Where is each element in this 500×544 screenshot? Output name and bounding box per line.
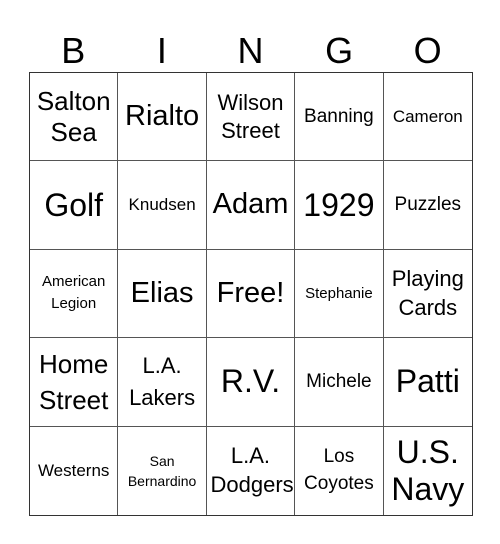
cell-text: Home Street <box>39 348 109 415</box>
bingo-cell-r2-c3[interactable]: Adam <box>206 161 296 250</box>
bingo-cell-r4-c1[interactable]: Home Street <box>30 338 119 427</box>
bingo-cell-r5-c1[interactable]: Westerns <box>30 426 119 515</box>
cell-text: Knudsen <box>128 195 196 215</box>
bingo-cell-r3-c1[interactable]: American Legion <box>30 249 119 339</box>
header-letter-n: N <box>237 30 264 71</box>
cell-text: Cameron <box>392 106 463 126</box>
bingo-cell-r3-c3[interactable]: Free! <box>206 249 296 339</box>
bingo-cell-r4-c3[interactable]: R.V. <box>206 338 296 427</box>
cell-text: Rialto <box>125 99 200 132</box>
header-letter-o: O <box>413 30 442 71</box>
cell-text: Banning <box>304 105 374 127</box>
bingo-cell-r1-c2[interactable]: Rialto <box>118 73 207 162</box>
header-letter-b: B <box>61 30 86 71</box>
cell-text: L.A. Lakers <box>129 353 196 410</box>
cell-text: Stephanie <box>305 284 373 302</box>
bingo-cell-r2-c2[interactable]: Knudsen <box>118 161 207 250</box>
cell-text: Westerns <box>37 461 110 481</box>
cell-text: Wilson Street <box>217 90 284 143</box>
bingo-header: B I N G O <box>29 30 472 72</box>
cell-text: Golf <box>44 186 104 223</box>
header-letter-g: G <box>325 30 354 71</box>
bingo-cell-r5-c4[interactable]: Los Coyotes <box>295 426 384 515</box>
bingo-cell-r1-c3[interactable]: Wilson Street <box>206 73 296 162</box>
bingo-cell-r3-c2[interactable]: Elias <box>118 249 207 339</box>
cell-text: Playing Cards <box>391 265 464 321</box>
bingo-cell-r5-c3[interactable]: L.A. Dodgers <box>207 426 296 515</box>
bingo-cell-r4-c4[interactable]: Michele <box>295 338 384 427</box>
bingo-grid: Salton Sea Rialto Wilson Street Banning … <box>29 72 473 516</box>
cell-text: Elias <box>130 276 194 309</box>
cell-text: Patti <box>395 363 460 400</box>
bingo-cell-r1-c1[interactable]: Salton Sea <box>30 73 119 162</box>
bingo-cell-r2-c5[interactable]: Puzzles <box>383 161 472 250</box>
cell-text: Los Coyotes <box>304 446 374 494</box>
bingo-cell-r2-c1[interactable]: Golf <box>30 161 119 250</box>
bingo-cell-r2-c4[interactable]: 1929 <box>295 161 384 250</box>
bingo-cell-r5-c5[interactable]: U.S. Navy <box>384 427 472 515</box>
cell-text: Adam <box>212 188 289 221</box>
cell-text: 1929 <box>303 186 375 223</box>
bingo-cell-r5-c2[interactable]: San Bernardino <box>118 426 207 515</box>
cell-text: American Legion <box>42 272 106 313</box>
cell-text: San Bernardino <box>127 452 197 489</box>
bingo-cell-r4-c5[interactable]: Patti <box>383 338 472 427</box>
bingo-cell-r4-c2[interactable]: L.A. Lakers <box>118 338 207 427</box>
header-letter-i: I <box>156 30 167 71</box>
cell-text: Free! <box>216 276 285 309</box>
bingo-cell-r1-c5[interactable]: Cameron <box>383 73 472 162</box>
cell-text: Michele <box>306 370 372 392</box>
bingo-cell-r3-c5[interactable]: Playing Cards <box>383 250 472 339</box>
cell-text: U.S. Navy <box>391 434 465 507</box>
bingo-cell-r3-c4[interactable]: Stephanie <box>295 249 384 339</box>
bingo-cell-r1-c4[interactable]: Banning <box>295 73 384 162</box>
cell-text: R.V. <box>220 363 281 400</box>
cell-text: Puzzles <box>394 194 462 216</box>
cell-text: L.A. Dodgers <box>210 443 294 497</box>
cell-text: Salton Sea <box>36 85 111 147</box>
